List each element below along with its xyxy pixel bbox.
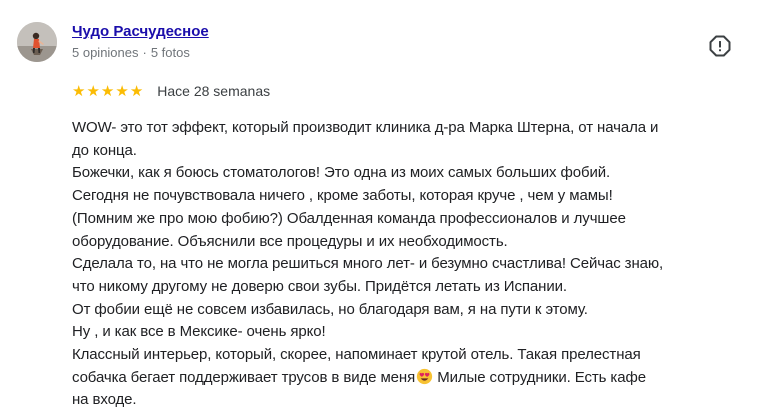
rating-row: ★ ★ ★ ★ ★ Hace 28 semanas [72,82,270,100]
report-exclamation-icon [709,35,731,57]
report-review-button[interactable] [708,34,732,58]
meta-separator: · [142,45,147,60]
smiling-face-with-heart-eyes-emoji-icon [416,368,433,384]
avatar[interactable] [17,22,57,62]
review-line: От фобии ещё не совсем избавилась, но бл… [72,300,588,318]
review-line-text: Милые сотрудники. Есть кафе [433,368,646,386]
review-line: собачка бегает поддерживает трусов в вид… [72,367,762,390]
author-name-link[interactable]: Чудо Расчудесное [72,23,209,40]
review-line: оборудование. Объяснили все процедуры и … [72,232,508,250]
review-line: что никому другому не доверю свои зубы. … [72,277,567,295]
star-icon: ★ [115,82,129,100]
star-icon: ★ [100,82,115,100]
star-icon: ★ [129,82,144,100]
review-line-text: собачка бегает поддерживает трусов в вид… [72,368,416,386]
star-icon: ★ [72,82,86,100]
review-text: WOW- это тот эффект, который производит … [72,117,762,411]
review-date: Hace 28 semanas [157,83,271,99]
review-line: Классный интерьер, который, скорее, напо… [72,346,641,364]
photos-count: 5 fotos [150,45,190,60]
reviews-count: 5 opiniones [72,45,139,60]
user-photo-avatar-icon [17,22,57,62]
review-line: Ну , и как все в Мексике- очень ярко! [72,323,326,341]
review-line: (Помним же про мою фобию?) Обалденная ко… [72,209,626,227]
star-icon: ★ [86,82,100,100]
review-line: на входе. [72,391,137,409]
review-line: WOW- это тот эффект, который производит … [72,119,659,136]
star-rating: ★ ★ ★ ★ ★ [72,82,143,100]
review-line: Сделала то, на что не могла решиться мно… [72,255,664,273]
review-line: Сегодня не почувствовала ничего , кроме … [72,187,613,205]
review-line: Божечки, как я боюсь стоматологов! Это о… [72,164,611,182]
author-meta: 5 opiniones · 5 fotos [72,45,190,60]
review-line: до конца. [72,141,137,159]
review-card: Чудо Расчудесное 5 opiniones · 5 fotos ★ ★ ★… [0,0,768,411]
